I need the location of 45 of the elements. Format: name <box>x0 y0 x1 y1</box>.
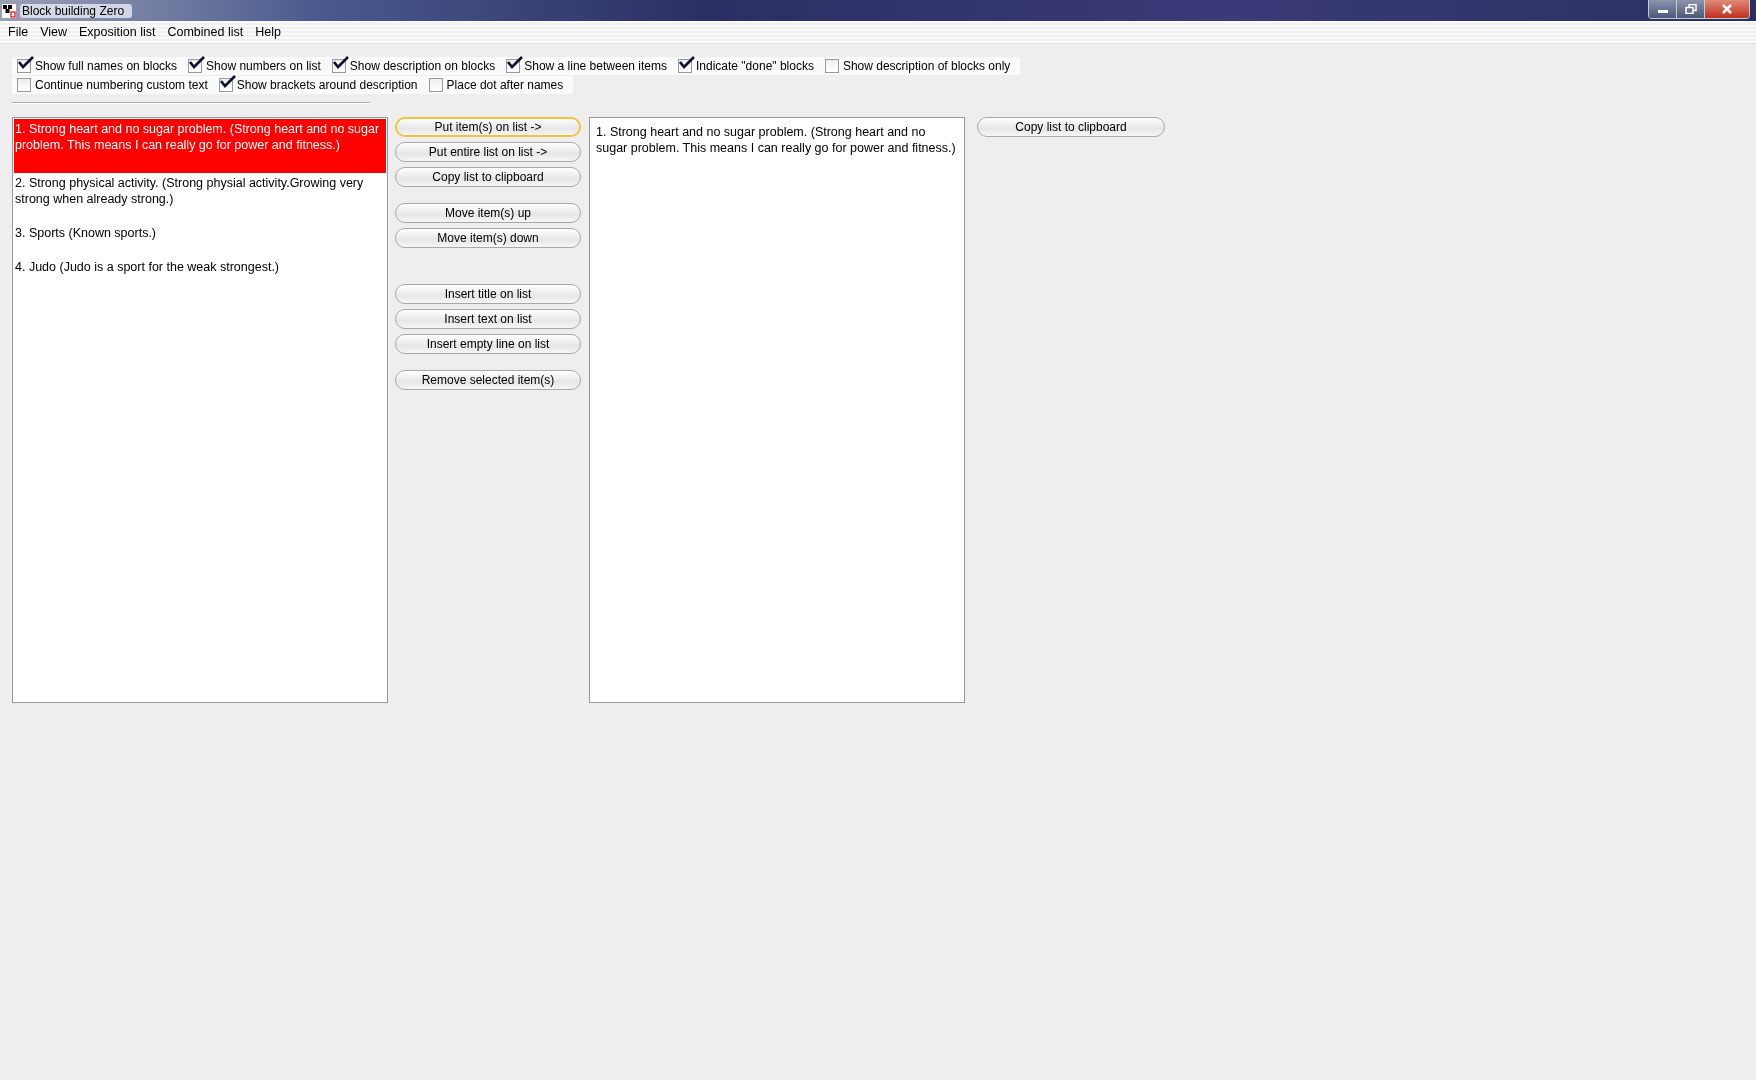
checkbox-label: Show description on blocks <box>349 59 496 73</box>
menu-item[interactable]: Combined list <box>161 25 250 39</box>
checkbox[interactable] <box>331 59 346 73</box>
checkbox[interactable] <box>428 78 443 92</box>
checkbox[interactable] <box>824 59 839 73</box>
copy-button[interactable]: Copy list to clipboard <box>977 117 1165 137</box>
action-button[interactable]: Move item(s) up <box>395 203 581 223</box>
menu-item[interactable]: View <box>34 25 74 39</box>
list-item[interactable]: 4. Judo (Judo is a sport for the weak strongest.) <box>14 257 386 291</box>
checkbox[interactable] <box>17 78 31 92</box>
action-button[interactable]: Put item(s) on list -> <box>395 117 581 137</box>
checkbox[interactable] <box>506 59 521 73</box>
restore-icon <box>1684 4 1697 14</box>
app-icon <box>2 3 16 18</box>
minimize-button[interactable] <box>1649 0 1677 18</box>
checkbox-label: Show a line between items <box>524 59 667 73</box>
action-button[interactable]: Insert text on list <box>395 309 581 329</box>
action-button[interactable]: Insert empty line on list <box>395 334 581 354</box>
checkbox-label: Place dot after names <box>446 78 564 92</box>
checkbox-label: Show full names on blocks <box>35 59 178 73</box>
action-button[interactable]: Put entire list on list -> <box>395 142 581 162</box>
menu-item[interactable]: Help <box>249 25 287 39</box>
checkbox-label: Continue numbering custom text <box>35 78 208 92</box>
checkbox-label: Show numbers on list <box>206 59 321 73</box>
list-item[interactable]: 2. Strong physical activity. (Strong physial activity.Growing very strong when already strong.) <box>14 173 386 223</box>
list-item[interactable]: 1. Strong heart and no sugar problem. (Strong heart and no sugar problem. This means I can really go for power and fitness.) <box>14 119 386 173</box>
menu-item[interactable]: Exposition list <box>73 25 162 39</box>
checkbox-label: Show brackets around description <box>236 78 418 92</box>
checkbox-label: Show description of blocks only <box>842 59 1011 73</box>
checkbox[interactable] <box>218 78 233 92</box>
list-item[interactable]: 1. Strong heart and no sugar problem. (Strong heart and no sugar problem. This means I can really go for power and fitness.) <box>594 122 960 158</box>
checkbox[interactable] <box>188 59 203 73</box>
list-item[interactable]: 3. Sports (Known sports.) <box>14 223 386 257</box>
action-button[interactable]: Copy list to clipboard <box>395 167 581 187</box>
checkbox[interactable] <box>17 59 31 73</box>
window-title: Block building Zero <box>20 3 133 18</box>
checkbox-label: Indicate "done" blocks <box>696 59 814 73</box>
menu-item[interactable]: File <box>2 25 35 39</box>
close-button[interactable] <box>1705 0 1749 18</box>
checkbox[interactable] <box>678 59 692 73</box>
close-icon <box>1721 4 1733 14</box>
maximize-button[interactable] <box>1677 0 1705 18</box>
action-button[interactable]: Move item(s) down <box>395 228 581 248</box>
action-button[interactable]: Remove selected item(s) <box>395 370 581 390</box>
action-button[interactable]: Insert title on list <box>395 284 581 304</box>
